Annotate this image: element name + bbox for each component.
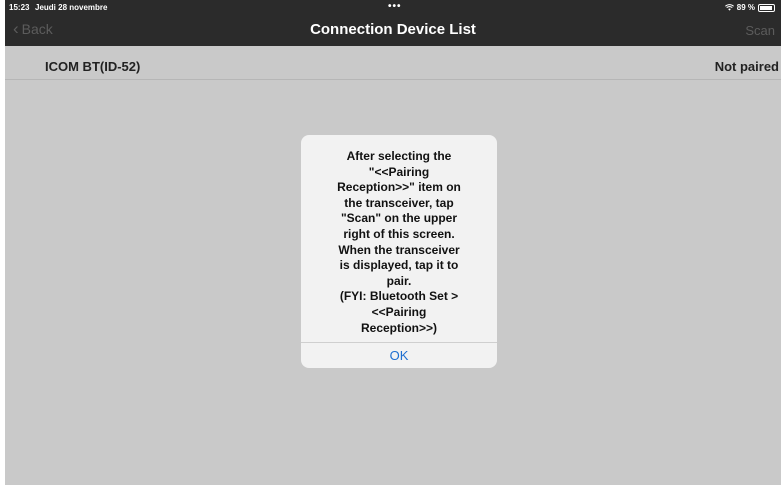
multitasking-dots: •••: [388, 1, 402, 12]
status-bar: 15:23 Jeudi 28 novembre ••• 89 %: [5, 0, 781, 14]
navigation-bar: ‹ Back Connection Device List Scan: [5, 14, 781, 46]
status-right: 89 %: [724, 3, 775, 12]
device-name: ICOM BT(ID-52): [45, 59, 141, 74]
battery-icon: [758, 3, 775, 12]
alert-message: After selecting the "<<Pairing Reception…: [337, 149, 461, 335]
pairing-instructions-alert: After selecting the "<<Pairing Reception…: [301, 135, 497, 368]
page-title: Connection Device List: [310, 21, 476, 38]
scan-button[interactable]: Scan: [745, 23, 775, 38]
top-bar: 15:23 Jeudi 28 novembre ••• 89 % ‹ Back …: [5, 0, 781, 46]
status-time: 15:23: [9, 3, 30, 12]
battery-percent: 89 %: [736, 3, 755, 12]
wifi-icon: [724, 4, 734, 11]
device-row[interactable]: ICOM BT(ID-52) Not paired: [5, 53, 781, 80]
app-screen: 15:23 Jeudi 28 novembre ••• 89 % ‹ Back …: [5, 0, 781, 485]
status-date: Jeudi 28 novembre: [35, 3, 108, 12]
ok-button[interactable]: OK: [301, 343, 497, 368]
device-pairing-status: Not paired: [714, 59, 779, 74]
